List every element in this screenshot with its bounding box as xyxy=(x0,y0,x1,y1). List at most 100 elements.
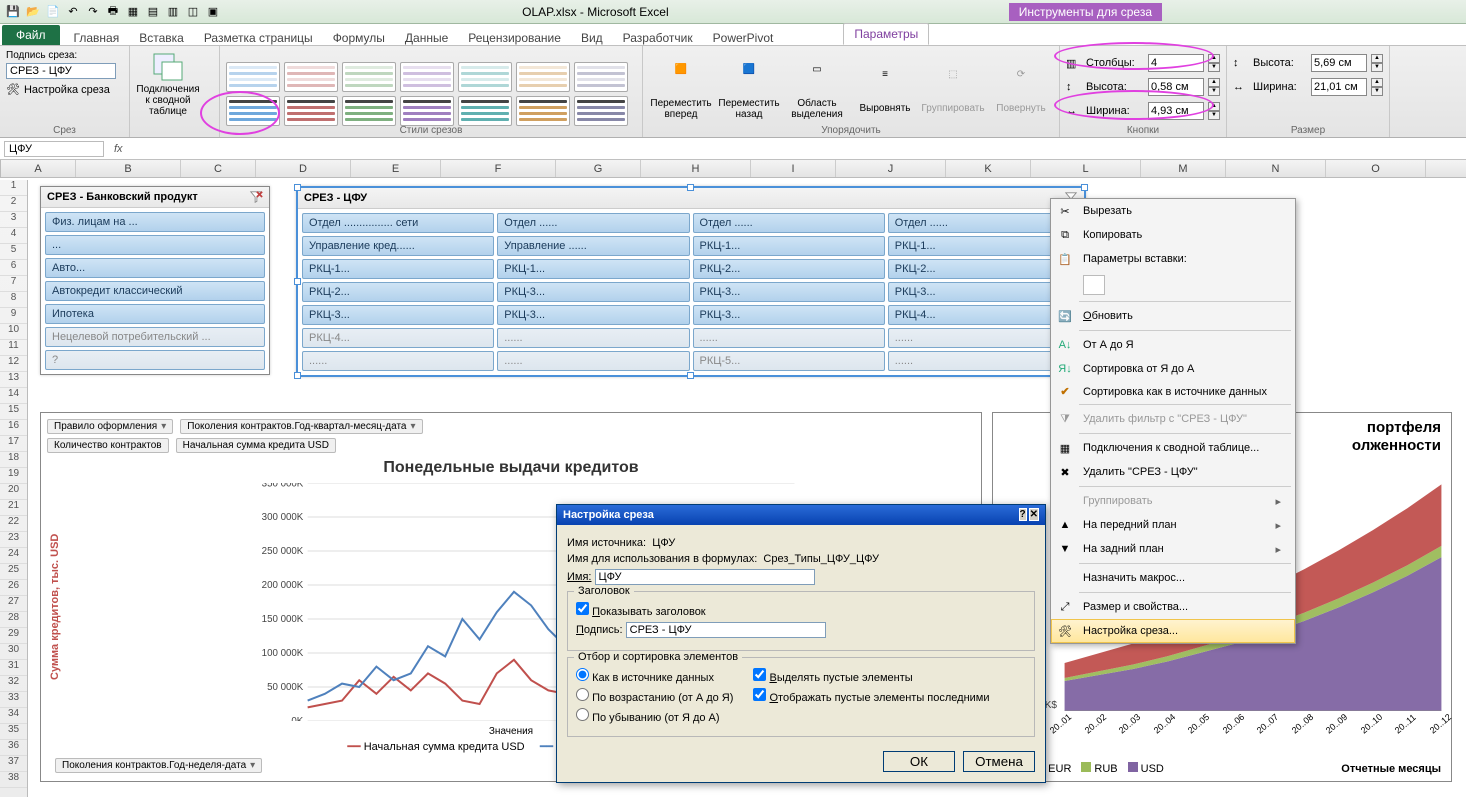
slicer-item[interactable]: Авто... xyxy=(45,258,265,278)
selection-pane-button[interactable]: ▭Область выделения xyxy=(785,57,849,127)
column-header[interactable]: L xyxy=(1031,160,1141,177)
print-icon[interactable]: 🖶 xyxy=(104,3,122,21)
slicer-style-swatch[interactable] xyxy=(342,62,396,92)
radio-sort-desc[interactable]: По убыванию (от Я до А) xyxy=(576,712,720,724)
resize-handle[interactable] xyxy=(294,278,301,285)
slicer-style-swatch[interactable] xyxy=(458,96,512,126)
slicer-item[interactable]: РКЦ-3... xyxy=(302,305,494,325)
button-height-input[interactable] xyxy=(1148,78,1204,96)
slicer-item[interactable]: ...... xyxy=(302,351,494,371)
tab-Рецензирование[interactable]: Рецензирование xyxy=(458,28,571,48)
slicer-item[interactable]: РКЦ-3... xyxy=(693,282,885,302)
slicer-item[interactable]: Управление кред...... xyxy=(302,236,494,256)
slicer-item[interactable]: Управление ...... xyxy=(497,236,689,256)
row-header[interactable]: 17 xyxy=(0,436,27,452)
row-header[interactable]: 2 xyxy=(0,196,27,212)
slicer-item[interactable]: Физ. лицам на ... xyxy=(45,212,265,232)
menu-item-bring-front[interactable]: ▲На передний план▸ xyxy=(1051,513,1295,537)
row-header[interactable]: 36 xyxy=(0,740,27,756)
menu-item-remove-slicer[interactable]: ✖Удалить "СРЕЗ - ЦФУ" xyxy=(1051,460,1295,484)
send-backward-button[interactable]: 🟦Переместить назад xyxy=(717,57,781,127)
cancel-button[interactable]: Отмена xyxy=(963,751,1035,772)
slicer-item[interactable]: РКЦ-2... xyxy=(302,282,494,302)
slicer-item[interactable]: Автокредит классический xyxy=(45,281,265,301)
row-header[interactable]: 12 xyxy=(0,356,27,372)
row-header[interactable]: 21 xyxy=(0,500,27,516)
tab-Разметка страницы[interactable]: Разметка страницы xyxy=(194,28,323,48)
row-header[interactable]: 20 xyxy=(0,484,27,500)
spinner[interactable]: ▲▼ xyxy=(1208,78,1220,96)
formula-input[interactable] xyxy=(129,141,1466,156)
resize-handle[interactable] xyxy=(294,184,301,191)
spinner[interactable]: ▲▼ xyxy=(1208,54,1220,72)
slicer-item[interactable]: ...... xyxy=(497,351,689,371)
resize-handle[interactable] xyxy=(1081,184,1088,191)
slicer-style-swatch[interactable] xyxy=(516,96,570,126)
undo-icon[interactable]: ↶ xyxy=(64,3,82,21)
slicer-item[interactable]: РКЦ-1... xyxy=(693,236,885,256)
bring-forward-button[interactable]: 🟧Переместить вперед xyxy=(649,57,713,127)
open-icon[interactable]: 📂 xyxy=(24,3,42,21)
caption-input[interactable] xyxy=(626,622,826,638)
slicer-caption-input[interactable] xyxy=(6,63,116,79)
menu-item-cut[interactable]: ✂Вырезать xyxy=(1051,199,1295,223)
ok-button[interactable]: ОК xyxy=(883,751,955,772)
slicer-item[interactable]: ...... xyxy=(693,328,885,348)
row-header[interactable]: 25 xyxy=(0,564,27,580)
name-box[interactable] xyxy=(4,141,104,157)
menu-item-sort-az[interactable]: A↓От А до Я xyxy=(1051,333,1295,357)
radio-sort-asc[interactable]: По возрастанию (от А до Я) xyxy=(576,692,733,704)
slicer-style-swatch[interactable] xyxy=(574,96,628,126)
row-header[interactable]: 34 xyxy=(0,708,27,724)
menu-item-sort-source[interactable]: ✔Сортировка как в источнике данных xyxy=(1051,381,1295,402)
slicer-item[interactable]: РКЦ-1... xyxy=(302,259,494,279)
column-header[interactable]: N xyxy=(1226,160,1326,177)
fx-icon[interactable]: fx xyxy=(114,143,123,155)
pivot-filter-pill[interactable]: Поколения контрактов.Год-квартал-месяц-д… xyxy=(180,419,422,434)
row-header[interactable]: 6 xyxy=(0,260,27,276)
row-header[interactable]: 10 xyxy=(0,324,27,340)
slicer-styles-gallery[interactable] xyxy=(226,58,636,126)
row-header[interactable]: 5 xyxy=(0,244,27,260)
resize-handle[interactable] xyxy=(687,184,694,191)
slicer-style-swatch[interactable] xyxy=(284,96,338,126)
slicer-item[interactable]: РКЦ-4... xyxy=(302,328,494,348)
menu-item-connections[interactable]: ▦Подключения к сводной таблице... xyxy=(1051,436,1295,460)
radio-sort-source[interactable]: Как в источнике данных xyxy=(576,672,714,684)
slicer-item[interactable]: РКЦ-3... xyxy=(497,282,689,302)
column-header[interactable]: A xyxy=(1,160,76,177)
redo-icon[interactable]: ↷ xyxy=(84,3,102,21)
column-header[interactable]: C xyxy=(181,160,256,177)
slicer-item[interactable]: РКЦ-3... xyxy=(693,305,885,325)
slicer-style-swatch[interactable] xyxy=(516,62,570,92)
pivot-axis-pill[interactable]: Поколения контрактов.Год-неделя-дата▾ xyxy=(55,758,262,773)
slicer-item[interactable]: Отдел ................ сети xyxy=(302,213,494,233)
slicer-style-swatch[interactable] xyxy=(574,62,628,92)
help-button[interactable]: ? xyxy=(1019,508,1027,521)
tab-Разработчик[interactable]: Разработчик xyxy=(613,28,703,48)
slicer-style-swatch[interactable] xyxy=(400,96,454,126)
slicer-item[interactable]: РКЦ-5... xyxy=(693,351,885,371)
slicer-item[interactable]: Отдел ...... xyxy=(497,213,689,233)
qat-icon[interactable]: ▣ xyxy=(204,3,222,21)
row-header[interactable]: 7 xyxy=(0,276,27,292)
row-header[interactable]: 38 xyxy=(0,772,27,788)
slicer-item[interactable]: Отдел ...... xyxy=(693,213,885,233)
menu-item-assign-macro[interactable]: Назначить макрос... xyxy=(1051,566,1295,590)
dialog-titlebar[interactable]: Настройка среза ?✕ xyxy=(557,505,1045,525)
columns-input[interactable] xyxy=(1148,54,1204,72)
tab-PowerPivot[interactable]: PowerPivot xyxy=(703,28,784,48)
row-header[interactable]: 35 xyxy=(0,724,27,740)
column-header[interactable]: K xyxy=(946,160,1031,177)
slicer-item[interactable]: Ипотека xyxy=(45,304,265,324)
slicer-item[interactable]: ... xyxy=(45,235,265,255)
check-show-last[interactable]: Отображать пустые элементы последними xyxy=(753,692,989,704)
column-header[interactable]: G xyxy=(556,160,641,177)
row-header[interactable]: 8 xyxy=(0,292,27,308)
row-header[interactable]: 1 xyxy=(0,180,27,196)
column-header[interactable]: I xyxy=(751,160,836,177)
row-header[interactable]: 16 xyxy=(0,420,27,436)
spinner[interactable]: ▲▼ xyxy=(1371,54,1383,72)
resize-handle[interactable] xyxy=(294,372,301,379)
row-header[interactable]: 30 xyxy=(0,644,27,660)
